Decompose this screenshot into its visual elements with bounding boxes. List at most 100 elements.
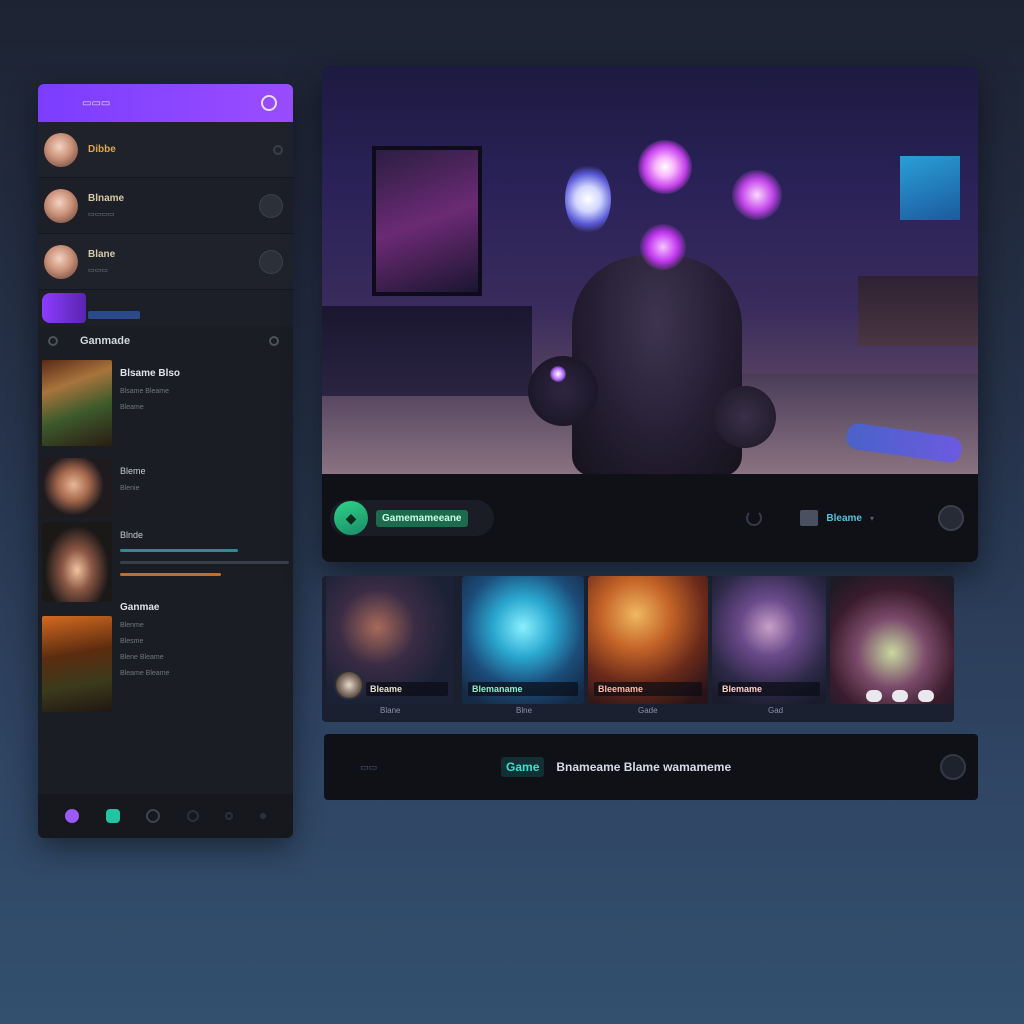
item-title: Blnde xyxy=(120,530,144,540)
tile-caption: Bleemame xyxy=(594,682,702,696)
sidebar-header: ▭▭▭ xyxy=(38,84,293,122)
item-line: Blesme xyxy=(120,638,144,645)
stream-tile[interactable]: Blemaname xyxy=(462,576,584,704)
tile-caption: Bleame xyxy=(366,682,448,696)
avatar xyxy=(44,132,78,167)
stream-video[interactable] xyxy=(322,66,978,474)
item-line: Blene Bleame xyxy=(120,654,164,661)
chevron-down-icon: ▾ xyxy=(869,513,874,523)
dot-icon[interactable] xyxy=(866,690,882,702)
contact-subtitle: ▭▭▭▭ xyxy=(88,211,115,218)
avatar xyxy=(44,244,78,279)
contact-item[interactable]: Blname ▭▭▭▭ xyxy=(38,178,293,234)
glow-light xyxy=(638,140,692,194)
item-title: Bleme xyxy=(120,466,146,476)
video-controls: ◆ Gamemameeane Bleame ▾ xyxy=(322,474,978,562)
progress-line xyxy=(88,311,140,319)
chat-message: Bnameame Blame wamameme xyxy=(556,760,732,774)
tile-subtitle: Blane xyxy=(380,706,401,715)
video-player[interactable]: ◆ Gamemameeane Bleame ▾ xyxy=(322,66,978,562)
robot-arm xyxy=(528,356,598,426)
list-item[interactable]: Blsame Blso Blsame Bleame Bleame xyxy=(38,360,293,446)
game-icon[interactable] xyxy=(105,809,120,823)
game-thumbnail xyxy=(42,616,112,712)
dot-icon[interactable] xyxy=(892,690,908,702)
dot-icon[interactable] xyxy=(259,813,266,819)
tile-subtitle: Blne xyxy=(516,706,533,715)
progress-bar xyxy=(120,549,239,552)
section-title: Ganmade xyxy=(80,335,131,347)
contact-name: Dibbe xyxy=(88,144,116,155)
quality-select[interactable]: Bleame ▾ xyxy=(800,510,924,526)
glow-light xyxy=(640,224,686,270)
contact-item[interactable]: Dibbe xyxy=(38,122,293,178)
loading-icon xyxy=(746,510,763,526)
settings-icon[interactable] xyxy=(261,95,277,111)
stream-tile[interactable]: Bleemame xyxy=(588,576,708,704)
tile-art xyxy=(830,576,954,704)
quality-label: Bleame xyxy=(826,512,862,524)
game-thumbnail xyxy=(42,360,112,446)
chat-tag[interactable]: Game xyxy=(501,757,545,777)
tile-subtitle: Gad xyxy=(768,706,784,715)
item-title: Blsame Blso xyxy=(120,368,181,379)
dot-icon[interactable] xyxy=(918,690,934,702)
item-title: Ganmae xyxy=(120,602,160,613)
contact-name: Blane xyxy=(88,249,116,260)
scene-screen xyxy=(900,156,960,220)
chat-prefix: ▭▭ xyxy=(360,761,378,772)
send-icon[interactable] xyxy=(940,754,966,780)
more-icon[interactable] xyxy=(269,336,279,346)
app-logo[interactable]: ▭▭▭ xyxy=(82,98,110,109)
stream-tile[interactable]: Bleame xyxy=(326,576,454,704)
robot-arm xyxy=(714,386,776,448)
stream-label: Gamemameeane xyxy=(376,509,468,527)
avatar-icon xyxy=(334,670,364,700)
game-list: Blsame Blso Blsame Bleame Bleame Bleme B… xyxy=(38,356,293,716)
scene-desk xyxy=(322,306,532,396)
bell-icon[interactable] xyxy=(186,810,199,822)
thumbnail-strip: Bleame Blemaname Bleemame Blemame Blane … xyxy=(322,576,954,722)
item-line: Blenie xyxy=(120,485,140,492)
tile-caption: Blemame xyxy=(718,682,820,696)
item-line: Blenme xyxy=(120,622,144,629)
home-icon[interactable] xyxy=(65,809,80,823)
contact-list: Dibbe Blname ▭▭▭▭ Blane ▭▭▭ xyxy=(38,122,293,290)
screen-icon xyxy=(800,510,819,526)
stream-chip[interactable]: ◆ Gamemameeane xyxy=(330,500,494,536)
sidebar: ▭▭▭ Dibbe Blname ▭▭▭▭ Blane ▭▭▭ Ganmade … xyxy=(38,84,293,838)
tile-caption: Blemaname xyxy=(468,682,578,696)
scene-shelf xyxy=(858,276,978,346)
item-line: Bleame Bleame xyxy=(120,670,170,677)
stream-tile[interactable] xyxy=(830,576,954,704)
contact-name: Blname xyxy=(88,193,125,204)
scene-monitor xyxy=(372,146,482,296)
pagination-dots[interactable] xyxy=(866,690,934,702)
active-indicator[interactable] xyxy=(38,290,293,326)
section-header: Ganmade xyxy=(38,326,293,356)
shield-icon: ◆ xyxy=(334,501,368,535)
call-icon[interactable] xyxy=(259,193,283,218)
list-item[interactable]: Ganmae Blenme Blesme Blene Bleame Bleame… xyxy=(38,602,293,712)
list-item[interactable]: Bleme Blenie xyxy=(38,458,293,518)
status-icon xyxy=(273,144,283,155)
progress-bar xyxy=(120,573,222,576)
sidebar-footer xyxy=(38,794,293,838)
glow-light xyxy=(550,366,566,382)
contact-item[interactable]: Blane ▭▭▭ xyxy=(38,234,293,290)
glow-light xyxy=(732,170,782,220)
volume-knob[interactable] xyxy=(938,505,964,531)
list-item[interactable]: Blnde xyxy=(38,522,293,602)
tile-subtitle: Gade xyxy=(638,706,658,715)
chat-icon[interactable] xyxy=(146,809,161,823)
stream-tile[interactable]: Blemame xyxy=(712,576,826,704)
avatar xyxy=(44,188,78,223)
glow-light xyxy=(565,164,611,234)
chat-bar[interactable]: ▭▭ Game Bnameame Blame wamameme xyxy=(324,734,978,800)
more-icon[interactable] xyxy=(225,812,234,820)
call-icon[interactable] xyxy=(259,249,283,274)
game-thumbnail xyxy=(42,522,112,602)
item-line: Bleame xyxy=(120,404,144,411)
game-thumbnail xyxy=(42,458,112,518)
item-line: Blsame Bleame xyxy=(120,388,170,395)
